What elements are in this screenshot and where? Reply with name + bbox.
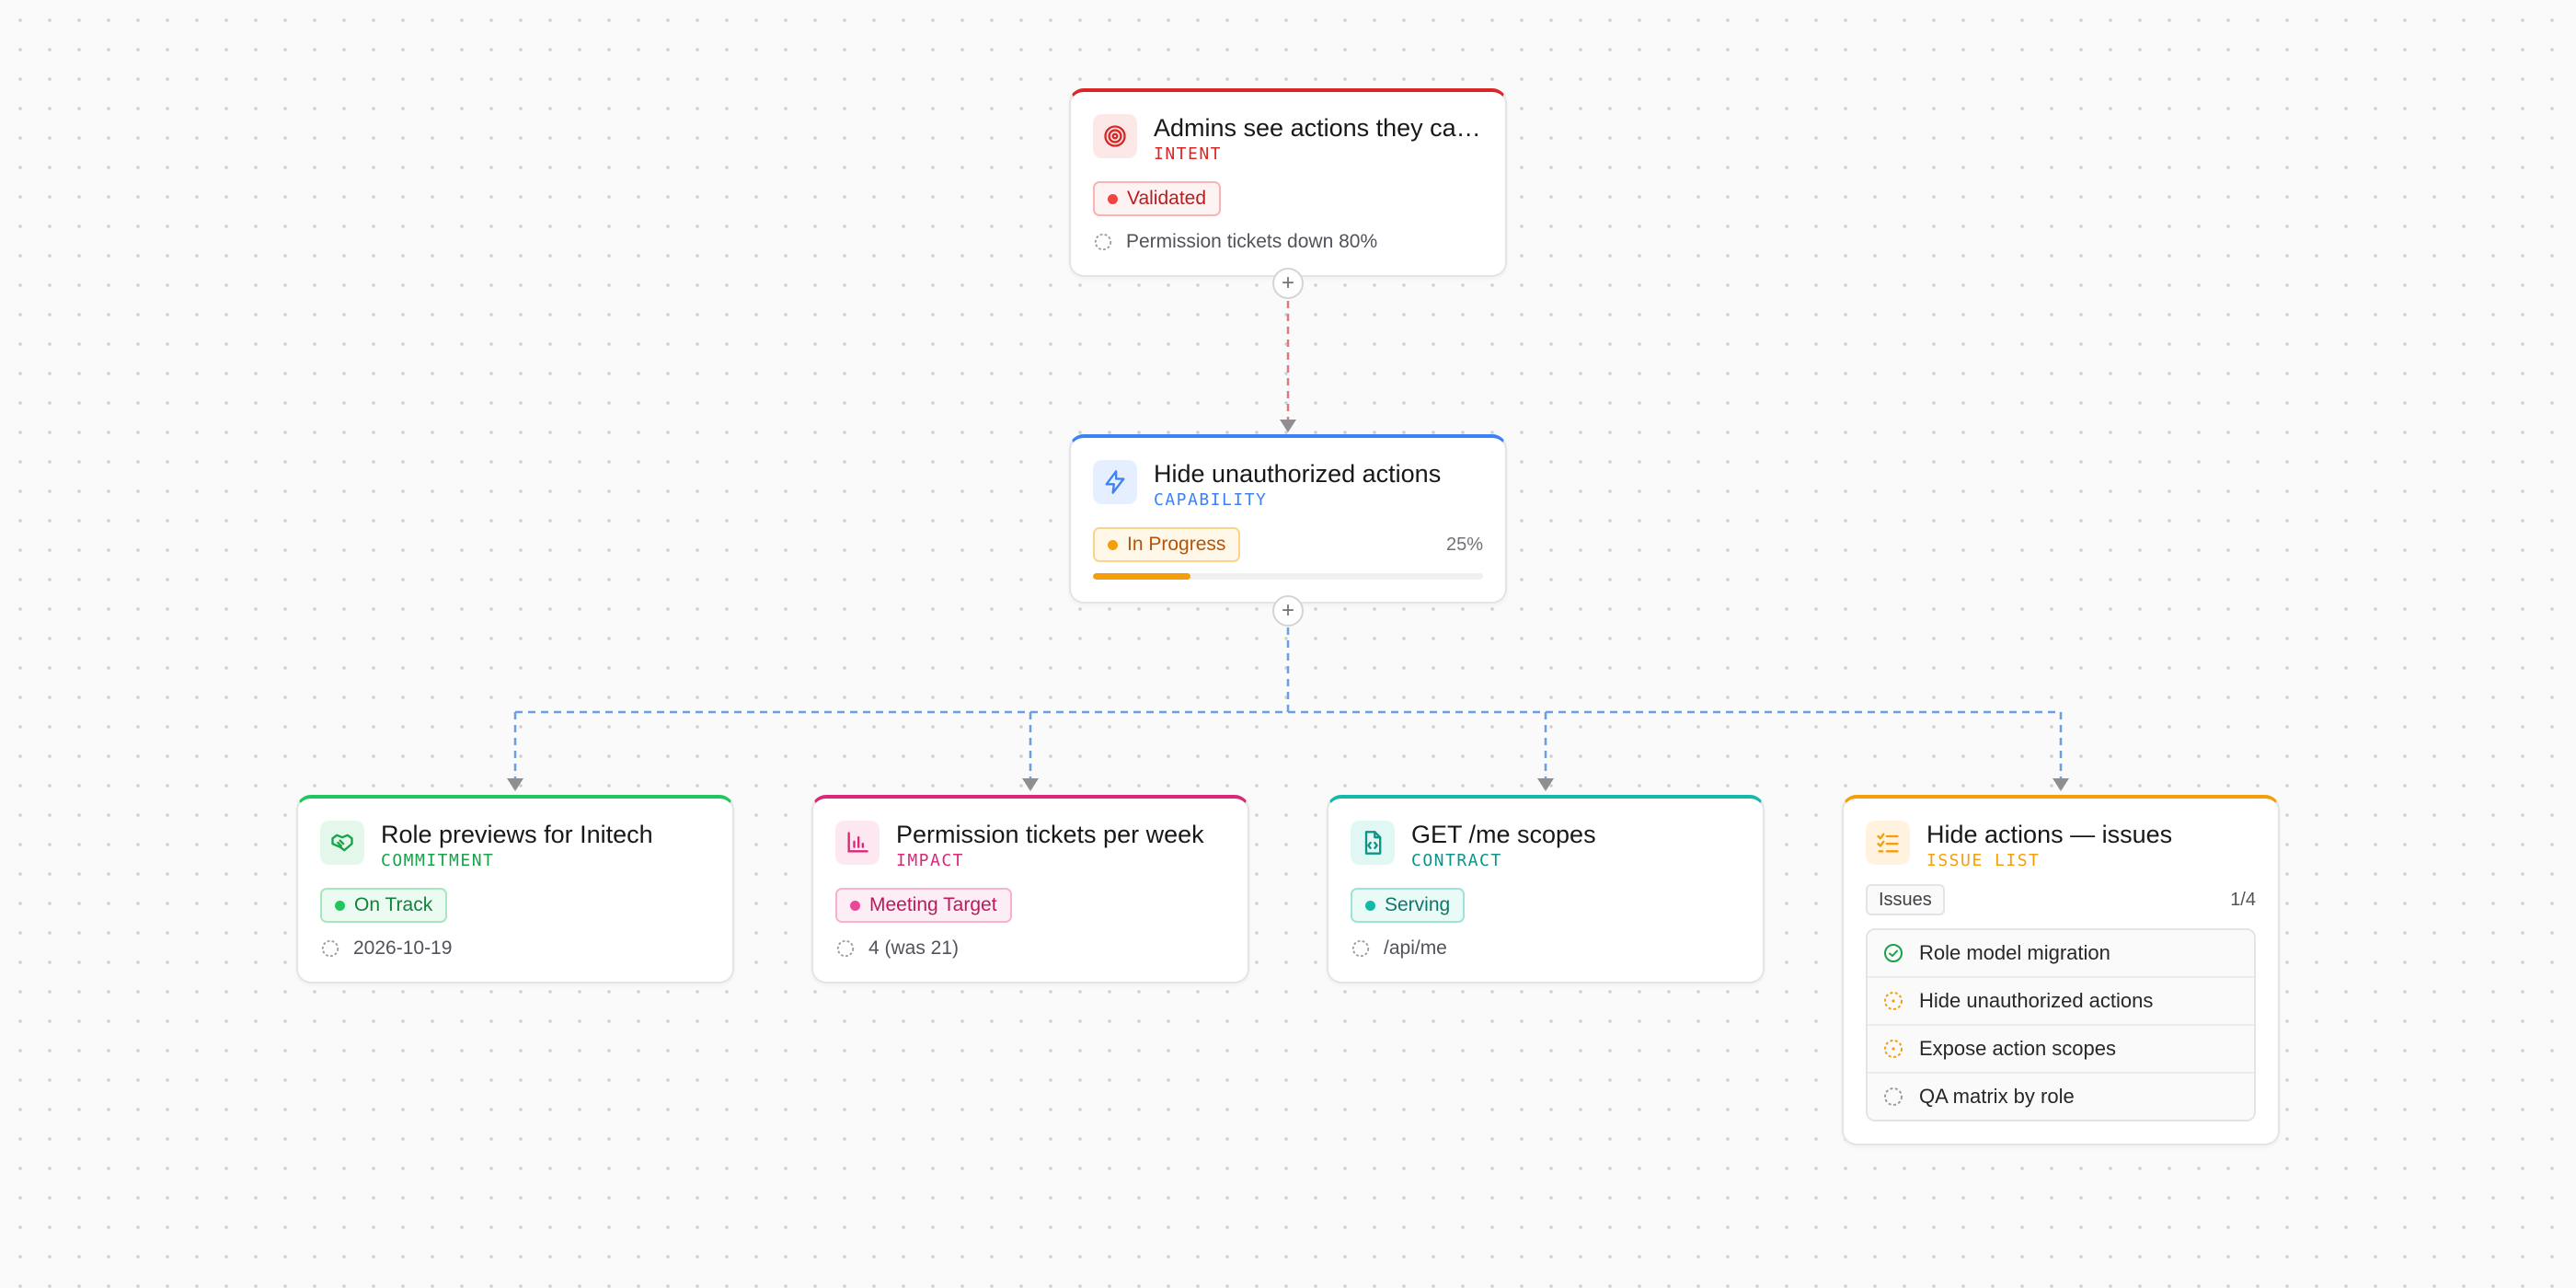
plus-icon: + xyxy=(1281,598,1294,623)
arrow-to-contract xyxy=(1537,778,1554,791)
issue-item-label: Expose action scopes xyxy=(1919,1037,2117,1060)
dashed-circle-icon xyxy=(321,939,339,958)
capability-progress-percent: 25% xyxy=(1445,534,1483,555)
intent-status-badge: Validated xyxy=(1093,181,1222,216)
commitment-title: Role previews for Initech xyxy=(381,821,653,848)
in-progress-circle-icon xyxy=(1884,1040,1903,1058)
issue-item[interactable]: QA matrix by role xyxy=(1868,1072,2254,1120)
intent-title: Admins see actions they can use xyxy=(1154,114,1483,142)
capability-title: Hide unauthorized actions xyxy=(1154,460,1442,488)
contract-node[interactable]: GET /me scopes CONTRACT Serving /api/me xyxy=(1327,795,1765,983)
capability-status-badge: In Progress xyxy=(1093,527,1241,562)
dashed-circle-icon xyxy=(1094,233,1112,251)
check-circle-icon xyxy=(1884,944,1903,962)
commitment-status-label: On Track xyxy=(354,894,433,915)
commitment-status-badge: On Track xyxy=(320,888,448,923)
issue-items: Role model migration Hide unauthorized a… xyxy=(1866,928,2256,1121)
edge-capability-children xyxy=(513,627,2063,780)
issues-tag: Issues xyxy=(1866,884,1945,915)
arrow-to-issue-list xyxy=(2053,778,2069,791)
impact-status-label: Meeting Target xyxy=(869,894,997,915)
add-child-button-intent[interactable]: + xyxy=(1272,268,1304,299)
commitment-date-text: 2026-10-19 xyxy=(353,937,453,959)
capability-node[interactable]: Hide unauthorized actions CAPABILITY In … xyxy=(1069,434,1507,604)
arrow-to-commitment xyxy=(507,778,523,791)
intent-kind: INTENT xyxy=(1154,144,1223,164)
intent-status-label: Validated xyxy=(1127,188,1207,209)
issue-item[interactable]: Expose action scopes xyxy=(1868,1024,2254,1072)
lightning-icon xyxy=(1093,460,1137,504)
intent-node[interactable]: Admins see actions they can use INTENT V… xyxy=(1069,88,1507,277)
contract-endpoint-text: /api/me xyxy=(1384,937,1447,959)
issue-list-kind: ISSUE LIST xyxy=(1926,851,2041,870)
status-dot xyxy=(1108,193,1118,204)
checklist-icon xyxy=(1866,821,1910,865)
capability-progress-fill xyxy=(1093,573,1190,580)
bar-chart-icon xyxy=(835,821,880,865)
todo-circle-icon xyxy=(1884,1087,1903,1106)
commitment-kind: COMMITMENT xyxy=(381,851,495,870)
impact-metric-text: 4 (was 21) xyxy=(868,937,960,959)
status-dot xyxy=(850,900,860,911)
dashed-circle-icon xyxy=(1351,939,1370,958)
status-dot xyxy=(1108,539,1118,550)
handshake-icon xyxy=(320,821,364,865)
impact-kind: IMPACT xyxy=(896,851,965,870)
capability-kind: CAPABILITY xyxy=(1154,490,1268,510)
commitment-date: 2026-10-19 xyxy=(320,937,710,960)
capability-status-label: In Progress xyxy=(1127,534,1226,555)
issues-count: 1/4 xyxy=(2230,889,2256,910)
intent-metric: Permission tickets down 80% xyxy=(1093,231,1483,253)
issue-item[interactable]: Hide unauthorized actions xyxy=(1868,976,2254,1024)
contract-kind: CONTRACT xyxy=(1411,851,1502,870)
status-dot xyxy=(1365,900,1375,911)
issue-item-label: QA matrix by role xyxy=(1919,1085,2075,1108)
impact-status-badge: Meeting Target xyxy=(835,888,1012,923)
commitment-node[interactable]: Role previews for Initech COMMITMENT On … xyxy=(296,795,734,983)
intent-metric-text: Permission tickets down 80% xyxy=(1126,231,1378,252)
impact-node[interactable]: Permission tickets per week IMPACT Meeti… xyxy=(811,795,1249,983)
issue-list-title: Hide actions — issues xyxy=(1926,821,2173,848)
arrow-to-impact xyxy=(1022,778,1039,791)
code-file-icon xyxy=(1351,821,1395,865)
impact-title: Permission tickets per week xyxy=(896,821,1204,848)
status-dot xyxy=(335,900,345,911)
contract-status-badge: Serving xyxy=(1351,888,1466,923)
capability-progress-bar xyxy=(1093,573,1483,580)
impact-metric: 4 (was 21) xyxy=(835,937,1225,960)
add-child-button-capability[interactable]: + xyxy=(1272,595,1304,627)
dashed-circle-icon xyxy=(836,939,855,958)
contract-status-label: Serving xyxy=(1385,894,1451,915)
issue-item-label: Role model migration xyxy=(1919,941,2110,964)
issue-list-node[interactable]: Hide actions — issues ISSUE LIST Issues … xyxy=(1842,795,2280,1145)
plus-icon: + xyxy=(1281,270,1294,295)
in-progress-circle-icon xyxy=(1884,992,1903,1010)
issue-item[interactable]: Role model migration xyxy=(1868,930,2254,976)
target-icon xyxy=(1093,114,1137,158)
contract-title: GET /me scopes xyxy=(1411,821,1596,848)
issue-item-label: Hide unauthorized actions xyxy=(1919,989,2154,1012)
edge-intent-capability xyxy=(1280,301,1296,432)
contract-endpoint: /api/me xyxy=(1351,937,1741,960)
